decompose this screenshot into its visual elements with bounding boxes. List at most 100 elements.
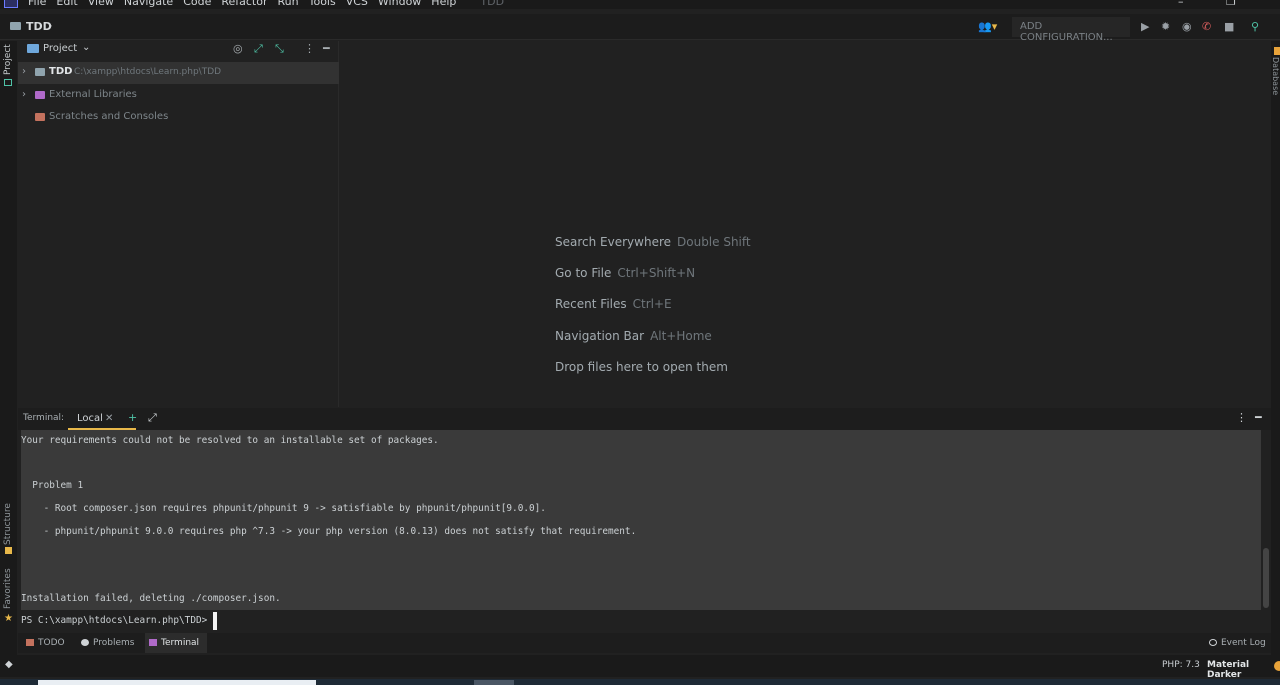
- menu-view[interactable]: View: [88, 0, 114, 8]
- scratches-icon: [35, 113, 45, 121]
- hint-navigation-bar: Navigation Bar Alt+Home: [555, 329, 712, 343]
- right-tool-strip: Database: [1271, 41, 1280, 661]
- hint-shortcut: Double Shift: [677, 235, 751, 249]
- terminal-output[interactable]: Your requirements could not be resolved …: [21, 430, 1261, 610]
- folder-icon: [10, 22, 21, 30]
- project-tool-tab[interactable]: Project: [3, 44, 13, 75]
- tree-item-label: Scratches and Consoles: [49, 111, 169, 122]
- terminal-prompt: PS C:\xampp\htdocs\Learn.php\TDD>: [21, 615, 208, 626]
- event-log-icon: [1209, 639, 1217, 646]
- minimize-icon[interactable]: –: [1178, 0, 1184, 8]
- database-tool-tab[interactable]: Database: [1271, 57, 1280, 95]
- structure-tool-tab[interactable]: Structure: [3, 503, 13, 545]
- terminal-tool-label: Terminal: [161, 638, 200, 648]
- menu-edit[interactable]: Edit: [56, 0, 77, 8]
- chevron-right-icon[interactable]: ›: [22, 89, 26, 100]
- todo-label: TODO: [38, 638, 65, 648]
- tree-item-external-libraries[interactable]: › External Libraries: [18, 85, 339, 107]
- terminal-line: - phpunit/phpunit 9.0.0 requires php ^7.…: [21, 526, 637, 537]
- problems-label: Problems: [93, 638, 135, 648]
- menu-file[interactable]: File: [28, 0, 46, 8]
- menu-window[interactable]: Window: [378, 0, 421, 8]
- terminal-line: - Root composer.json requires phpunit/ph…: [21, 503, 546, 514]
- tree-item-path: C:\xampp\htdocs\Learn.php\TDD: [74, 67, 222, 77]
- tree-item-tdd[interactable]: › TDD C:\xampp\htdocs\Learn.php\TDD: [18, 62, 339, 84]
- hint-action: Navigation Bar: [555, 329, 645, 343]
- hint-recent-files: Recent Files Ctrl+E: [555, 297, 672, 311]
- menu-help[interactable]: Help: [431, 0, 456, 8]
- event-log-label: Event Log: [1221, 638, 1266, 648]
- menu-vcs[interactable]: VCS: [346, 0, 368, 8]
- folder-icon: [35, 68, 45, 76]
- hide-icon[interactable]: ━: [323, 42, 330, 55]
- search-icon[interactable]: ⚲: [1251, 20, 1259, 33]
- problems-icon: [81, 639, 89, 646]
- status-bar: ◆ PHP: 7.3 Material Darker: [0, 655, 1280, 680]
- terminal-icon: [149, 639, 157, 646]
- window-title: TDD: [480, 0, 505, 8]
- menu-bar: File Edit View Navigate Code Refactor Ru…: [0, 0, 1280, 9]
- todo-tool-button[interactable]: TODO: [26, 633, 76, 653]
- debug-icon[interactable]: ✹: [1161, 20, 1170, 33]
- add-configuration-button[interactable]: ADD CONFIGURATION...: [1012, 17, 1130, 43]
- tree-item-label: External Libraries: [49, 89, 137, 100]
- terminal-tool-button[interactable]: Terminal: [145, 633, 207, 653]
- menu-tools[interactable]: Tools: [309, 0, 336, 8]
- hint-drop-files: Drop files here to open them: [555, 360, 728, 374]
- restore-icon[interactable]: ❐: [1226, 0, 1236, 8]
- collapse-all-icon[interactable]: ⤡: [275, 42, 284, 56]
- terminal-tab-local[interactable]: Local ✕: [68, 408, 136, 430]
- problems-tool-button[interactable]: Problems: [81, 633, 143, 653]
- hide-icon[interactable]: ━: [1255, 411, 1262, 424]
- profiler-icon[interactable]: ✆: [1202, 20, 1211, 33]
- project-tool-icon: [4, 79, 12, 86]
- editor-area: Search Everywhere Double Shift Go to File…: [340, 41, 1271, 407]
- coverage-icon[interactable]: ◉: [1182, 20, 1192, 33]
- taskbar-item[interactable]: [474, 680, 514, 685]
- hint-shortcut: Ctrl+Shift+N: [617, 266, 696, 280]
- project-view-selector[interactable]: Project: [43, 43, 77, 54]
- users-icon[interactable]: 👥▾: [978, 20, 997, 33]
- hint-shortcut: Alt+Home: [650, 329, 712, 343]
- chevron-down-icon[interactable]: ⌄: [82, 42, 90, 53]
- hint-action: Search Everywhere: [555, 235, 671, 249]
- hint-action: Go to File: [555, 266, 612, 280]
- theme-indicator[interactable]: Material Darker: [1207, 660, 1280, 680]
- chevron-right-icon: ›: [48, 19, 53, 32]
- run-icon[interactable]: ▶: [1141, 20, 1149, 33]
- hint-action: Drop files here to open them: [555, 360, 728, 374]
- project-panel: Project ⌄ ◎ ⤢ ⤡ ⋮ ━ › TDD C:\xampp\htdoc…: [18, 41, 339, 407]
- maximize-icon[interactable]: ⤢: [148, 411, 157, 425]
- project-panel-header: Project ⌄ ◎ ⤢ ⤡ ⋮ ━: [18, 41, 339, 58]
- favorites-tool-tab[interactable]: Favorites: [3, 568, 13, 609]
- chevron-right-icon[interactable]: ›: [22, 66, 26, 77]
- expand-all-icon[interactable]: ⤢: [254, 42, 263, 56]
- app-logo-icon: [4, 0, 18, 8]
- notification-icon[interactable]: [1274, 661, 1280, 671]
- terminal-line: Problem 1: [21, 480, 84, 491]
- os-taskbar: [0, 679, 1280, 685]
- terminal-scrollbar[interactable]: [1263, 548, 1269, 608]
- menu-items: File Edit View Navigate Code Refactor Ru…: [28, 0, 504, 8]
- options-icon[interactable]: ⋮: [1236, 411, 1247, 424]
- menu-navigate[interactable]: Navigate: [124, 0, 173, 8]
- layers-icon[interactable]: ◆: [5, 659, 13, 670]
- menu-refactor[interactable]: Refactor: [221, 0, 267, 8]
- todo-icon: [26, 639, 34, 646]
- terminal-cursor[interactable]: [213, 612, 217, 630]
- add-icon[interactable]: +: [128, 411, 137, 424]
- database-icon: [1274, 47, 1280, 55]
- php-version[interactable]: PHP: 7.3: [1162, 660, 1200, 670]
- taskbar-search[interactable]: [38, 680, 316, 685]
- menu-run[interactable]: Run: [278, 0, 299, 8]
- menu-code[interactable]: Code: [183, 0, 211, 8]
- locate-icon[interactable]: ◎: [233, 42, 243, 55]
- tree-item-label: TDD: [49, 66, 73, 77]
- stop-icon[interactable]: ■: [1224, 20, 1234, 33]
- tree-item-scratches[interactable]: Scratches and Consoles: [18, 107, 339, 129]
- terminal-line: Your requirements could not be resolved …: [21, 435, 439, 446]
- event-log-button[interactable]: Event Log: [1209, 633, 1269, 653]
- close-icon[interactable]: ✕: [105, 413, 113, 424]
- options-icon[interactable]: ⋮: [304, 42, 315, 55]
- left-tool-strip: Project Structure ★ Favorites: [0, 41, 17, 661]
